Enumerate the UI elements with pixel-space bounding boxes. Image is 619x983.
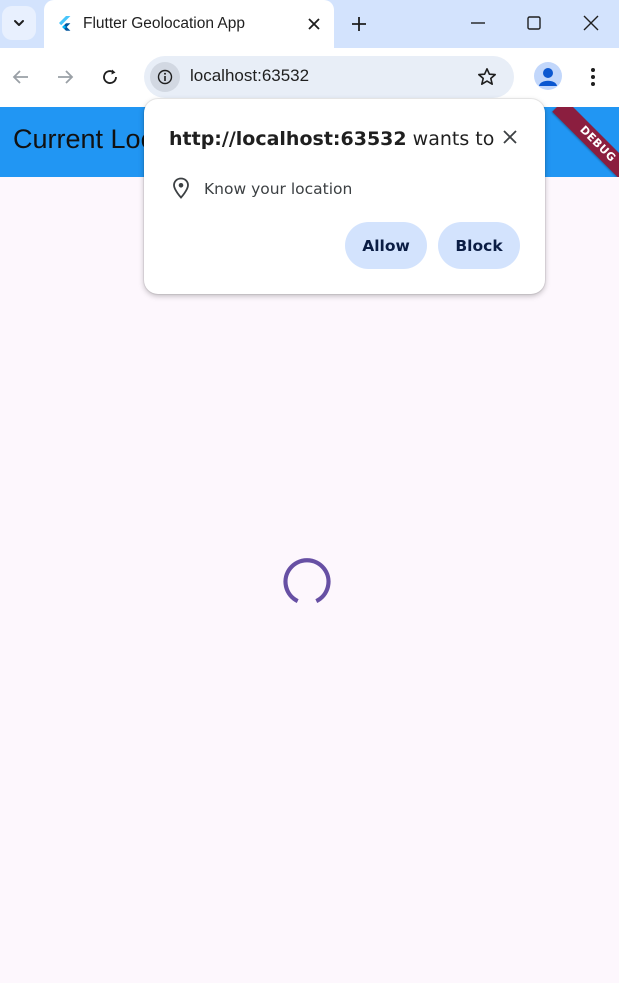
browser-menu-button[interactable]: [580, 63, 606, 91]
new-tab-button[interactable]: [346, 11, 372, 37]
allow-button[interactable]: Allow: [345, 222, 427, 269]
url-text[interactable]: localhost:63532: [190, 66, 309, 86]
flutter-logo-icon: [59, 16, 71, 31]
minimize-button[interactable]: [465, 10, 491, 36]
tab-title: Flutter Geolocation App: [83, 15, 245, 32]
bookmark-button[interactable]: [474, 64, 500, 90]
back-button[interactable]: [7, 63, 35, 91]
plus-icon: [352, 17, 366, 31]
forward-button[interactable]: [51, 63, 79, 91]
close-icon: [583, 15, 599, 31]
star-icon: [478, 68, 496, 85]
arrow-right-icon: [58, 70, 74, 84]
permission-dialog-title: http://localhost:63532 wants to: [169, 128, 494, 150]
chevron-down-icon: [14, 20, 24, 26]
tab-strip: Flutter Geolocation App: [0, 0, 619, 48]
permission-close-button[interactable]: [498, 125, 522, 149]
reload-icon: [103, 69, 117, 84]
debug-banner: DEBUG: [552, 107, 619, 177]
reload-button[interactable]: [96, 63, 124, 91]
site-info-button[interactable]: [150, 62, 180, 92]
more-vert-icon: [591, 68, 595, 86]
info-icon: [157, 69, 173, 85]
maximize-button[interactable]: [521, 10, 547, 36]
tab-close-button[interactable]: [302, 12, 326, 36]
permission-request-suffix: wants to: [406, 128, 495, 150]
address-bar[interactable]: localhost:63532: [144, 56, 514, 98]
location-pin-icon: [173, 177, 189, 199]
profile-icon: [539, 68, 557, 86]
loading-spinner: [283, 558, 331, 603]
arrow-left-icon: [12, 70, 28, 84]
block-button[interactable]: Block: [438, 222, 520, 269]
tab-search-button[interactable]: [2, 6, 36, 40]
permission-origin: http://localhost:63532: [169, 128, 407, 150]
close-icon: [308, 18, 320, 30]
profile-button[interactable]: [534, 62, 562, 90]
permission-dialog: http://localhost:63532 wants to Know you…: [144, 99, 545, 294]
window-close-button[interactable]: [578, 10, 604, 36]
minimize-icon: [471, 22, 485, 24]
close-icon: [503, 130, 517, 144]
browser-tab[interactable]: Flutter Geolocation App: [44, 0, 334, 48]
permission-label: Know your location: [204, 180, 353, 198]
maximize-icon: [527, 16, 541, 30]
